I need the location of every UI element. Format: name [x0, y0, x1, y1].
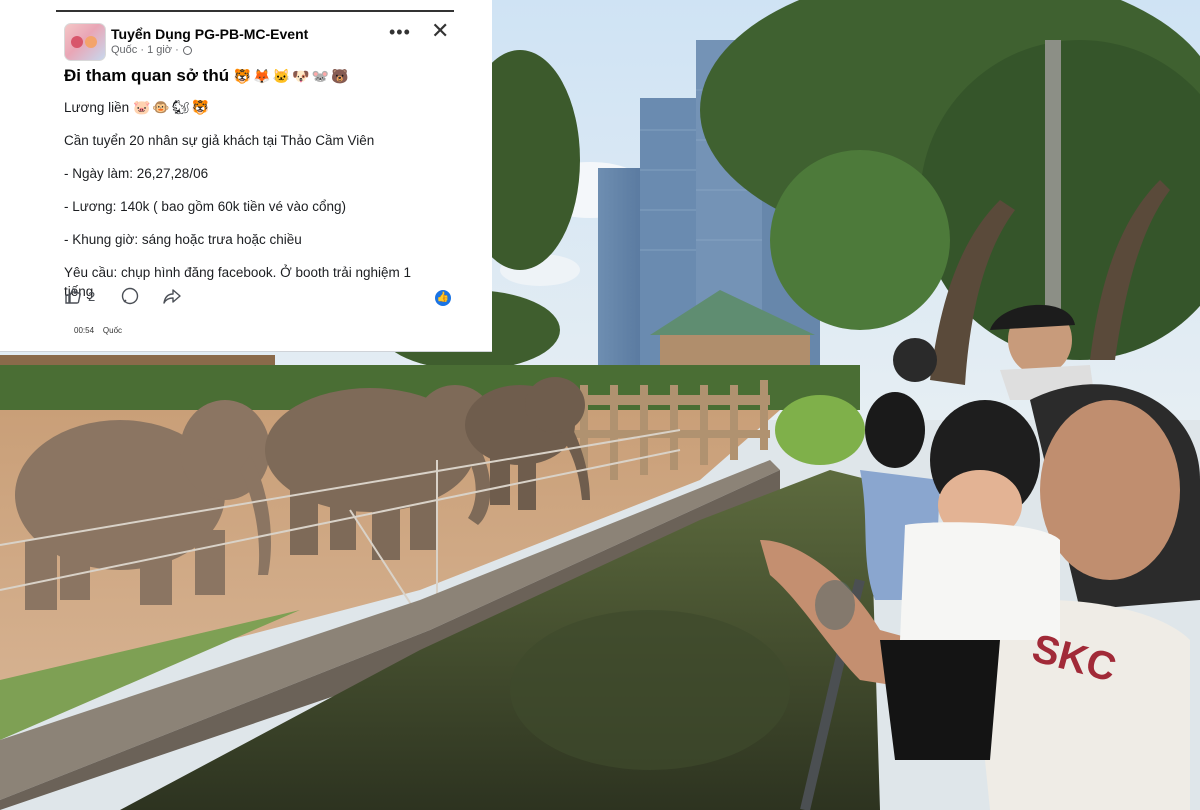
like-reaction-icon: 👍	[435, 290, 451, 306]
days-line: - Ngày làm: 26,27,28/06	[64, 166, 209, 181]
requirement-line: Yêu cầu: chụp hình đăng facebook. Ở boot…	[64, 265, 412, 280]
hours-line: - Khung giờ: sáng hoặc trưa hoặc chiều	[64, 232, 302, 247]
globe-icon	[182, 45, 192, 55]
salary-text: Lương liền	[64, 100, 130, 115]
top-divider	[56, 10, 454, 12]
share-button[interactable]	[163, 287, 181, 308]
salary-emojis: 🐷🐵🐿🐯	[132, 99, 212, 115]
page-avatar[interactable]	[64, 23, 106, 61]
pay-line: - Lương: 140k ( bao gồm 60k tiền vé vào …	[64, 199, 347, 214]
comment-button[interactable]	[121, 287, 139, 308]
post-actions: 2 👍	[64, 287, 456, 309]
bottom-name: Quốc	[102, 326, 123, 335]
salary-line: Lương liền 🐷🐵🐿🐯	[64, 98, 474, 117]
headline-text: Đi tham quan sở thú	[64, 66, 230, 85]
facebook-post-card: Tuyển Dụng PG-PB-MC-Event Quốc · 1 giờ ·…	[0, 0, 492, 352]
bottom-time: 00:54	[74, 326, 95, 335]
more-horizontal-icon[interactable]: •••	[389, 22, 411, 43]
post-headline: Đi tham quan sở thú 🐯🦊🐱🐶🐭🐻	[64, 66, 474, 86]
close-icon[interactable]: ✕	[431, 20, 449, 42]
post-meta-text: Quốc · 1 giờ ·	[111, 44, 179, 56]
like-button[interactable]	[64, 287, 82, 308]
headline-emojis: 🐯🦊🐱🐶🐭🐻	[233, 68, 351, 84]
like-count: 2	[88, 289, 96, 304]
comment-icon	[121, 287, 139, 305]
page-name[interactable]: Tuyển Dụng PG-PB-MC-Event	[111, 26, 308, 42]
post-body: Đi tham quan sở thú 🐯🦊🐱🐶🐭🐻 Lương liền 🐷🐵…	[64, 66, 474, 301]
post-meta: Quốc · 1 giờ ·	[111, 44, 192, 56]
bottom-status-strip: 00:54 Quốc	[74, 326, 122, 335]
recruit-line: Cần tuyển 20 nhân sự giả khách tại Thảo …	[64, 133, 375, 148]
thumbs-up-icon	[65, 288, 81, 304]
share-icon	[163, 289, 181, 304]
